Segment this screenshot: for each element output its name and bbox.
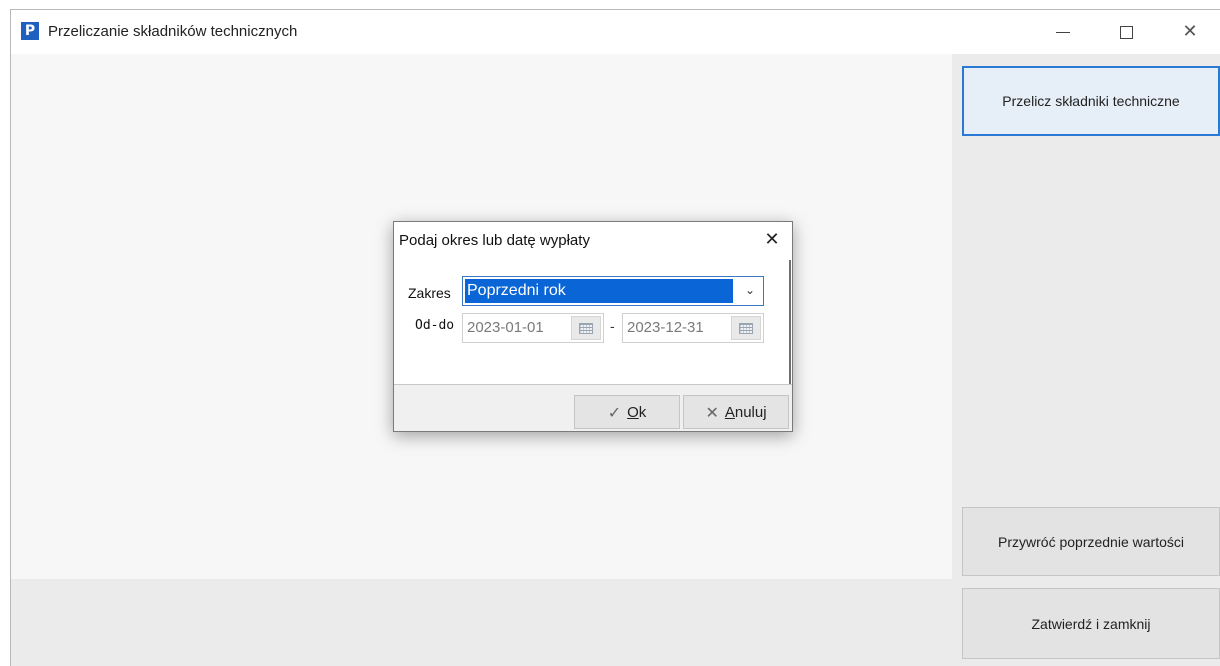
- restore-previous-button[interactable]: Przywróć poprzednie wartości: [962, 507, 1220, 576]
- close-icon: ✕: [1182, 21, 1198, 42]
- date-to-field[interactable]: 2023-12-31: [622, 313, 764, 343]
- zakres-label: Zakres: [408, 285, 451, 301]
- date-separator: -: [610, 318, 615, 334]
- date-from-calendar-button[interactable]: [571, 316, 601, 340]
- dialog-close-icon[interactable]: ✕: [760, 228, 784, 252]
- calendar-icon: [579, 322, 593, 334]
- maximize-button[interactable]: [1096, 10, 1156, 54]
- close-icon: ✕: [705, 402, 719, 422]
- date-from-value: 2023-01-01: [467, 319, 544, 336]
- cancel-button[interactable]: ✕ Anuluj: [683, 395, 789, 429]
- calendar-icon: [739, 322, 753, 334]
- date-to-calendar-button[interactable]: [731, 316, 761, 340]
- recalculate-button[interactable]: Przelicz składniki techniczne: [962, 66, 1220, 136]
- title-bar[interactable]: P Przeliczanie składników technicznych ✕: [11, 10, 1220, 54]
- maximize-icon: [1119, 25, 1133, 39]
- cancel-label: Anuluj: [724, 403, 767, 421]
- dialog-footer: ✓ Ok ✕ Anuluj: [394, 384, 792, 431]
- close-button[interactable]: ✕: [1160, 10, 1220, 54]
- date-from-field[interactable]: 2023-01-01: [462, 313, 604, 343]
- period-dialog: Podaj okres lub datę wypłaty ✕ Zakres Po…: [393, 221, 793, 432]
- dialog-title: Podaj okres lub datę wypłaty: [399, 232, 590, 249]
- confirm-close-button[interactable]: Zatwierdź i zamknij: [962, 588, 1220, 659]
- zakres-selected-value: Poprzedni rok: [465, 279, 733, 303]
- date-to-value: 2023-12-31: [627, 319, 704, 336]
- ok-button[interactable]: ✓ Ok: [574, 395, 680, 429]
- minimize-button[interactable]: [1033, 10, 1093, 54]
- window-title: Przeliczanie składników technicznych: [48, 23, 298, 40]
- app-logo-icon: P: [21, 22, 39, 40]
- check-icon: ✓: [607, 402, 622, 422]
- dialog-body: Zakres Poprzedni rok ⌄ Od-do 2023-01-01 …: [394, 260, 791, 384]
- oddo-label: Od-do: [415, 318, 455, 333]
- ok-label: Ok: [627, 403, 647, 421]
- zakres-select[interactable]: Poprzedni rok ⌄: [462, 276, 764, 306]
- minimize-icon: [1056, 31, 1070, 33]
- chevron-down-icon[interactable]: ⌄: [743, 283, 757, 297]
